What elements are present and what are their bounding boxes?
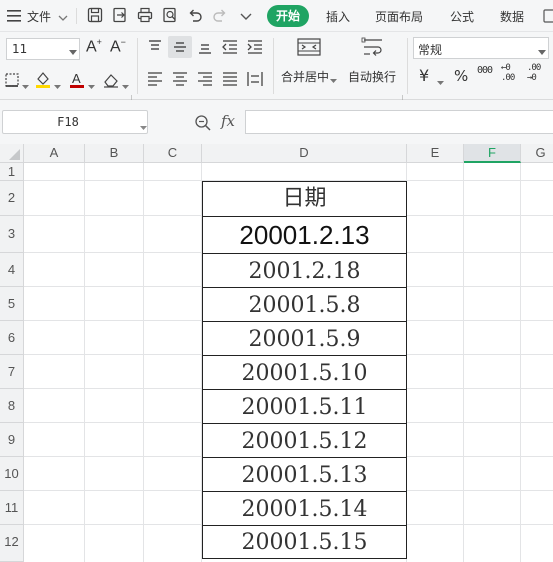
chevron-down-icon[interactable] bbox=[437, 75, 444, 89]
chevron-down-icon[interactable] bbox=[140, 120, 147, 134]
tab-home[interactable]: 开始 bbox=[267, 5, 309, 27]
merge-center-icon[interactable] bbox=[297, 37, 321, 57]
thousands-separator-button[interactable]: 000 bbox=[477, 65, 493, 76]
number-format-select[interactable]: 常规 bbox=[413, 37, 549, 59]
align-middle-button[interactable] bbox=[168, 36, 192, 58]
currency-button[interactable]: ¥ bbox=[419, 66, 429, 85]
decrease-decimal-button[interactable]: .00 →0 bbox=[527, 63, 551, 83]
chevron-down-icon[interactable] bbox=[330, 73, 337, 87]
font-size-value: 11 bbox=[12, 42, 28, 56]
row-header-7[interactable]: 7 bbox=[0, 355, 24, 389]
percent-button[interactable]: % bbox=[454, 67, 468, 85]
align-right-icon[interactable] bbox=[196, 70, 214, 88]
tab-overflow-icon[interactable] bbox=[543, 9, 553, 23]
print-icon[interactable] bbox=[137, 7, 153, 23]
row-header-6[interactable]: 6 bbox=[0, 321, 24, 355]
align-bottom-icon[interactable] bbox=[196, 38, 214, 56]
cell-d9[interactable]: 20001.5.12 bbox=[202, 423, 407, 458]
column-header-e[interactable]: E bbox=[407, 144, 464, 163]
row-header-12[interactable]: 12 bbox=[0, 525, 24, 562]
increase-indent-icon[interactable] bbox=[246, 38, 264, 56]
cell-d5[interactable]: 20001.5.8 bbox=[202, 287, 407, 322]
select-all-corner[interactable] bbox=[0, 144, 24, 163]
row-header-10[interactable]: 10 bbox=[0, 457, 24, 491]
cell-d7[interactable]: 20001.5.10 bbox=[202, 355, 407, 390]
cell-d4[interactable]: 2001.2.18 bbox=[202, 253, 407, 288]
print-preview-icon[interactable] bbox=[162, 7, 178, 23]
eraser-icon[interactable] bbox=[102, 71, 120, 89]
increase-decimal-button[interactable]: ←0 .00 bbox=[501, 63, 523, 83]
tab-data[interactable]: 数据 bbox=[500, 8, 524, 25]
font-size-select[interactable]: 11 bbox=[6, 38, 80, 60]
more-dropdown-icon[interactable] bbox=[238, 9, 254, 25]
wrap-text-icon[interactable] bbox=[361, 37, 385, 57]
tab-page-layout[interactable]: 页面布局 bbox=[375, 8, 423, 25]
justify-icon[interactable] bbox=[221, 70, 239, 88]
align-top-icon[interactable] bbox=[146, 38, 164, 56]
row-header-4[interactable]: 4 bbox=[0, 253, 24, 287]
distribute-icon[interactable] bbox=[246, 70, 264, 88]
tab-insert[interactable]: 插入 bbox=[326, 8, 350, 25]
wrap-text-label[interactable]: 自动换行 bbox=[348, 68, 396, 85]
align-left-icon[interactable] bbox=[146, 70, 164, 88]
cell-d12[interactable]: 20001.5.15 bbox=[202, 525, 407, 559]
cell-d3[interactable]: 20001.2.13 bbox=[202, 216, 407, 254]
ribbon-toolbar: 11 A+ A− A 合并居中 自动换行 常规 ¥ % 000 ←0 .00 .… bbox=[0, 32, 553, 102]
formula-bar: F18 fx bbox=[0, 100, 553, 144]
chevron-down-icon bbox=[69, 45, 77, 59]
fill-color-icon[interactable] bbox=[34, 70, 52, 88]
column-header-d[interactable]: D bbox=[202, 144, 407, 163]
row-header-8[interactable]: 8 bbox=[0, 389, 24, 423]
row-header-2[interactable]: 2 bbox=[0, 181, 24, 216]
cell-d6[interactable]: 20001.5.9 bbox=[202, 321, 407, 356]
hamburger-icon[interactable] bbox=[7, 10, 21, 22]
row-header-5[interactable]: 5 bbox=[0, 287, 24, 321]
redo-icon[interactable] bbox=[212, 7, 228, 23]
file-menu[interactable]: 文件 bbox=[27, 8, 51, 25]
row-header-3[interactable]: 3 bbox=[0, 216, 24, 253]
chevron-down-icon[interactable] bbox=[54, 79, 61, 93]
cell-d10[interactable]: 20001.5.13 bbox=[202, 457, 407, 492]
chevron-down-icon[interactable] bbox=[88, 79, 95, 93]
export-icon[interactable] bbox=[112, 7, 128, 23]
number-format-value: 常规 bbox=[418, 43, 443, 57]
cell-d2[interactable]: 日期 bbox=[202, 181, 407, 217]
decrease-indent-icon[interactable] bbox=[221, 38, 239, 56]
border-icon[interactable] bbox=[4, 72, 22, 90]
merge-center-label[interactable]: 合并居中 bbox=[281, 68, 329, 85]
tab-formulas[interactable]: 公式 bbox=[450, 8, 474, 25]
decrease-font-icon[interactable]: A− bbox=[110, 37, 126, 56]
column-header-b[interactable]: B bbox=[85, 144, 144, 163]
cell-d11[interactable]: 20001.5.14 bbox=[202, 491, 407, 526]
align-center-icon[interactable] bbox=[171, 70, 189, 88]
function-fx-button[interactable]: fx bbox=[221, 112, 235, 130]
column-header-g[interactable]: G bbox=[521, 144, 553, 163]
menu-bar: 文件 开始 插入 页面布局 公式 数据 bbox=[0, 0, 553, 32]
cell-d8[interactable]: 20001.5.11 bbox=[202, 389, 407, 424]
chevron-down-icon[interactable] bbox=[58, 11, 68, 25]
name-box-value: F18 bbox=[57, 115, 79, 129]
name-box[interactable]: F18 bbox=[2, 110, 148, 134]
formula-input[interactable] bbox=[245, 110, 553, 134]
chevron-down-icon bbox=[538, 45, 546, 59]
column-header-c[interactable]: C bbox=[144, 144, 202, 163]
undo-icon[interactable] bbox=[187, 7, 203, 23]
svg-text:A: A bbox=[72, 71, 81, 86]
chevron-down-icon[interactable] bbox=[22, 79, 29, 93]
column-header-f[interactable]: F bbox=[464, 144, 521, 163]
column-header-a[interactable]: A bbox=[24, 144, 85, 163]
row-header-11[interactable]: 11 bbox=[0, 491, 24, 525]
row-header-1[interactable]: 1 bbox=[0, 163, 24, 181]
font-color-icon[interactable]: A bbox=[68, 70, 86, 88]
row-header-9[interactable]: 9 bbox=[0, 423, 24, 457]
increase-font-icon[interactable]: A+ bbox=[86, 37, 102, 56]
zoom-search-icon[interactable] bbox=[194, 114, 212, 135]
spreadsheet-grid[interactable]: A B C D E F G 1 2 3 4 5 6 7 8 9 10 11 12… bbox=[0, 144, 553, 562]
save-icon[interactable] bbox=[87, 7, 103, 23]
